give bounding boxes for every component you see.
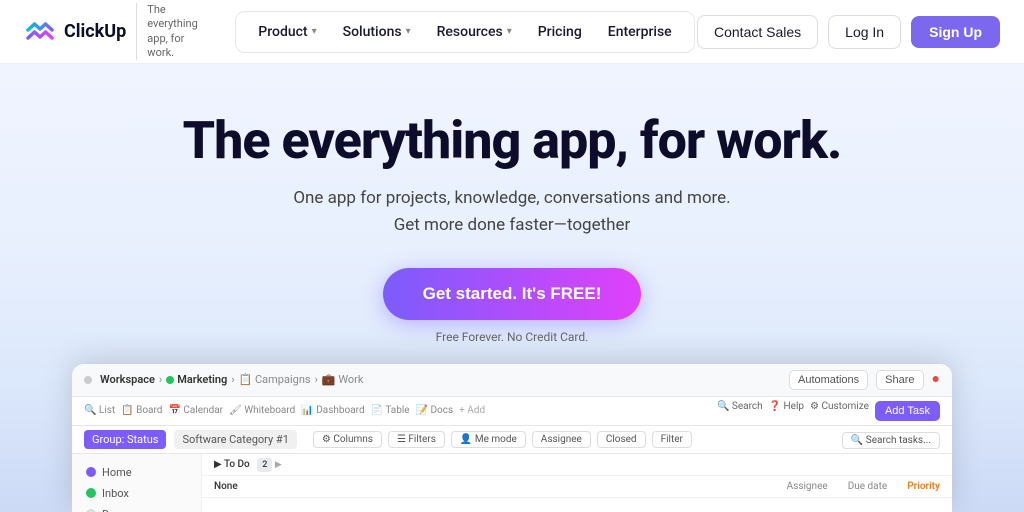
- filter-chip[interactable]: Filter: [652, 431, 692, 448]
- toolbar-whiteboard: 🖌 Whiteboard: [229, 405, 295, 416]
- nav-item-resources[interactable]: Resources ▾: [425, 18, 524, 46]
- dashboard-actions: Automations Share ●: [789, 370, 940, 390]
- nav-item-solutions[interactable]: Solutions ▾: [331, 18, 423, 46]
- toolbar-add[interactable]: + Add: [459, 405, 485, 416]
- toolbar-search-icon: 🔍 List: [84, 405, 115, 416]
- notification-icon: ●: [932, 370, 940, 390]
- search-tasks-field[interactable]: 🔍 Search tasks...: [842, 433, 940, 446]
- filter-software-category[interactable]: Software Category #1: [174, 430, 296, 449]
- filter-group-status[interactable]: Group: Status: [84, 430, 166, 449]
- clickup-logo-icon: [24, 16, 56, 48]
- logo-area[interactable]: ClickUp The everything app, for work.: [24, 3, 211, 60]
- sidebar-item-docs[interactable]: Docs: [80, 504, 193, 512]
- breadcrumb: Workspace › Marketing › 📋 Campaigns › 💼 …: [100, 373, 363, 386]
- nav-item-pricing[interactable]: Pricing: [526, 18, 594, 46]
- toolbar-dashboard: 📊 Dashboard: [301, 405, 364, 416]
- hero-section: The everything app, for work. One app fo…: [0, 64, 1024, 512]
- chevron-down-icon: ▾: [312, 26, 317, 37]
- table-row: ▶ To Do 2 ▶: [202, 454, 952, 476]
- workspace-label: Workspace: [100, 373, 155, 386]
- me-mode-chip[interactable]: 👤 Me mode: [451, 431, 526, 448]
- navbar: ClickUp The everything app, for work. Pr…: [0, 0, 1024, 64]
- toolbar-customize: ⚙ Customize: [810, 401, 869, 421]
- cta-button[interactable]: Get started. It's FREE!: [383, 268, 642, 320]
- contact-sales-button[interactable]: Contact Sales: [697, 15, 818, 49]
- filter-chips: ⚙ Columns ☰ Filters 👤 Me mode Assignee C…: [313, 431, 692, 448]
- add-task-button[interactable]: Add Task: [875, 401, 940, 421]
- toolbar-table: 📄 Table: [371, 405, 410, 416]
- columns-filter[interactable]: ⚙ Columns: [313, 431, 382, 448]
- assignee-chip[interactable]: Assignee: [532, 431, 591, 448]
- dashboard-topbar: Workspace › Marketing › 📋 Campaigns › 💼 …: [72, 364, 952, 397]
- brand-name: ClickUp: [64, 21, 126, 42]
- dashboard-toolbar: 🔍 List 📋 Board 📅 Calendar 🖌 Whiteboard 📊…: [72, 397, 952, 426]
- filters-chip[interactable]: ☰ Filters: [388, 431, 445, 448]
- nav-item-product[interactable]: Product ▾: [246, 18, 328, 46]
- home-icon: [86, 467, 96, 477]
- automations-button[interactable]: Automations: [789, 370, 868, 390]
- share-button[interactable]: Share: [876, 370, 923, 390]
- toolbar-calendar: 📅 Calendar: [168, 405, 223, 416]
- login-button[interactable]: Log In: [828, 15, 901, 49]
- toolbar-docs: 📝 Docs: [416, 405, 454, 416]
- toolbar-search: 🔍 Search: [717, 401, 763, 421]
- brand-tagline: The everything app, for work.: [136, 3, 211, 60]
- inbox-icon: [86, 488, 96, 498]
- dashboard-content: ▶ To Do 2 ▶ None Assignee Due date Prior…: [202, 454, 952, 512]
- sidebar-item-home[interactable]: Home: [80, 462, 193, 483]
- chevron-down-icon: ▾: [507, 26, 512, 37]
- dashboard-filter-bar: Group: Status Software Category #1 ⚙ Col…: [72, 426, 952, 454]
- dashboard-sidebar: Home Inbox Docs Dashboards Goals: [72, 454, 202, 512]
- toolbar-help: ❓ Help: [769, 401, 804, 421]
- table-row: None Assignee Due date Priority: [202, 476, 952, 498]
- toolbar-right: 🔍 Search ❓ Help ⚙ Customize Add Task: [717, 401, 940, 421]
- closed-chip[interactable]: Closed: [597, 431, 646, 448]
- signup-button[interactable]: Sign Up: [911, 16, 1000, 48]
- cta-note: Free Forever. No Credit Card.: [436, 330, 589, 344]
- nav-item-enterprise[interactable]: Enterprise: [596, 18, 684, 46]
- nav-links-container: Product ▾ Solutions ▾ Resources ▾ Pricin…: [235, 11, 695, 53]
- sidebar-item-inbox[interactable]: Inbox: [80, 483, 193, 504]
- workspace-dot: [84, 376, 92, 384]
- dashboard-preview: Workspace › Marketing › 📋 Campaigns › 💼 …: [72, 364, 952, 512]
- toolbar-board: 📋 Board: [121, 405, 162, 416]
- hero-title: The everything app, for work.: [183, 112, 842, 169]
- chevron-down-icon: ▾: [406, 26, 411, 37]
- hero-subtitle: One app for projects, knowledge, convers…: [293, 185, 730, 239]
- dashboard-body: Home Inbox Docs Dashboards Goals: [72, 454, 952, 512]
- nav-right: Contact Sales Log In Sign Up: [697, 15, 1000, 49]
